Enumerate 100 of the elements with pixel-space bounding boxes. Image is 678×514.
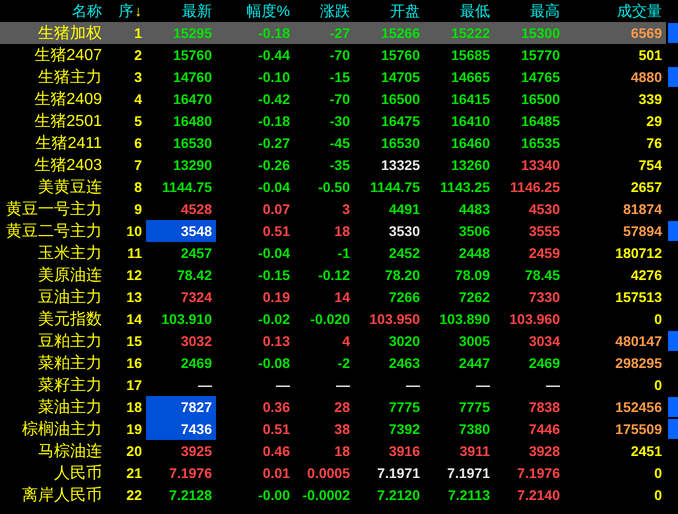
quote-value: -0.18 [258,113,290,129]
quote-row[interactable]: 生猪2407 2 15760 -0.44 -70 15760 15685 15770 501 [0,44,678,66]
quote-value: -0.44 [258,47,290,63]
quote-row[interactable]: 生猪2411 6 16530 -0.27 -45 16530 16460 16535 76 [0,132,678,154]
quote-row[interactable]: 菜油主力 18 7827 0.36 28 7775 7775 7838 152456 [0,396,678,418]
quote-value: 14760 [173,69,212,85]
column-header[interactable]: 涨跌 [294,0,354,22]
quote-value: -35 [330,157,350,173]
quote-row[interactable]: 马棕油连 20 3925 0.46 18 3916 3911 3928 2451 [0,440,678,462]
quote-row[interactable]: 美元指数 14 103.910 -0.02 -0.020 103.950 103.890 103.960 0 [0,308,678,330]
quote-value: -0.0002 [302,487,350,503]
quote-row[interactable]: 棕榈油主力 19 7436 0.51 38 7392 7380 7446 175509 [0,418,678,440]
quote-row[interactable]: 菜粕主力 16 2469 -0.08 -2 2463 2447 2469 298295 [0,352,678,374]
quote-row[interactable]: 生猪2409 4 16470 -0.42 -70 16500 16415 16500 339 [0,88,678,110]
quote-value: 3928 [528,443,560,459]
quote-row[interactable]: 美黄豆连 8 1144.75 -0.04 -0.50 1144.75 1143.25 1146.25 2657 [0,176,678,198]
quote-value: 15760 [173,47,212,63]
quote-value: 3020 [388,333,420,349]
quote-value: 1143.25 [440,179,490,195]
row-number: 12 [125,266,143,285]
quote-value: 2452 [388,245,420,261]
quote-row[interactable]: 生猪2501 5 16480 -0.18 -30 16475 16410 16485 29 [0,110,678,132]
volume-cell-text: 76 [645,134,663,153]
quote-value: 7.1976 [517,465,560,481]
column-header[interactable]: 成交量 [564,0,666,22]
quote-value: 103.950 [369,311,420,327]
quote-value: -0.08 [258,355,290,371]
column-header[interactable]: 最高 [494,0,564,22]
quote-row[interactable]: 菜籽主力 17 — — — — — — 0 [0,374,678,396]
quote-row[interactable]: 人民币 21 7.1976 0.01 0.0005 7.1971 7.1971 7.1976 0 [0,462,678,484]
volume-cell-text: 0 [653,464,663,483]
quote-value: 7330 [528,289,560,305]
quote-value: 3506 [458,223,490,239]
quote-value: 0.13 [262,333,290,349]
volume-cell-text: 501 [638,46,663,65]
quote-row[interactable]: 离岸人民币 22 7.2128 -0.00 -0.0002 7.2120 7.2113 7.2140 0 [0,484,678,506]
quote-value: 0.0005 [307,465,350,481]
quote-value: 78.20 [384,267,420,283]
quote-row[interactable]: 生猪2403 7 13290 -0.26 -35 13325 13260 13340 754 [0,154,678,176]
quote-value: 3032 [180,333,212,349]
instrument-name: 豆油主力 [37,288,103,308]
instrument-name: 豆粕主力 [37,332,103,352]
quote-value: 103.910 [161,311,212,327]
quote-value: -0.15 [258,267,290,283]
quote-value: -0.12 [318,267,350,283]
quote-value: 16500 [521,91,560,107]
quote-value: 16535 [521,135,560,151]
column-header[interactable]: 幅度% [216,0,294,22]
instrument-name: 菜油主力 [37,398,103,418]
quote-value: — [198,377,212,393]
quote-row[interactable]: 生猪主力 3 14760 -0.10 -15 14705 14665 14765 4880 [0,66,678,88]
quote-value: 2463 [388,355,420,371]
column-header[interactable]: 最新 [146,0,216,22]
row-number: 6 [133,134,143,153]
column-header[interactable]: 最低 [424,0,494,22]
row-number: 15 [125,332,143,351]
quote-value: 16500 [381,91,420,107]
instrument-name: 生猪主力 [37,68,103,88]
quote-value: 14665 [451,69,490,85]
quote-row[interactable]: 豆粕主力 15 3032 0.13 4 3020 3005 3034 480147 [0,330,678,352]
quote-value: 3034 [528,333,560,349]
instrument-name: 美元指数 [37,310,103,330]
column-header[interactable]: 序↓ [106,0,146,22]
quote-value: -0.10 [258,69,290,85]
volume-cell-text: 754 [638,156,663,175]
quote-value: 15266 [381,25,420,41]
instrument-name: 生猪2403 [33,156,103,176]
quote-value: 4528 [180,201,212,217]
row-number: 18 [125,398,143,417]
instrument-name: 美黄豆连 [37,178,103,198]
quote-value: 1146.25 [510,179,560,195]
quote-value: 0.51 [262,223,290,239]
quote-value: 7.2140 [517,487,560,503]
quote-value: 15770 [521,47,560,63]
row-number: 22 [125,486,143,505]
instrument-name: 美原油连 [37,266,103,286]
volume-cell-text: 175509 [614,420,663,439]
quote-row[interactable]: 玉米主力 11 2457 -0.04 -1 2452 2448 2459 180712 [0,242,678,264]
volume-cell-text: 29 [645,112,663,131]
instrument-name: 黄豆一号主力 [5,200,103,220]
column-header[interactable]: 名称 [0,0,106,22]
quote-row[interactable]: 豆油主力 13 7324 0.19 14 7266 7262 7330 157513 [0,286,678,308]
row-number: 16 [125,354,143,373]
quote-value: 4491 [388,201,420,217]
column-header[interactable]: 开盘 [354,0,424,22]
quote-row[interactable]: 美原油连 12 78.42 -0.15 -0.12 78.20 78.09 78.45 4276 [0,264,678,286]
quote-value: 3530 [388,223,420,239]
quote-value: 15685 [451,47,490,63]
quote-value: -15 [330,69,350,85]
quote-value: 3 [342,201,350,217]
quote-row[interactable]: 黄豆一号主力 9 4528 0.07 3 4491 4483 4530 81874 [0,198,678,220]
volume-cell-text: 298295 [614,354,663,373]
instrument-name: 生猪2409 [33,90,103,110]
quote-row[interactable]: 黄豆二号主力 10 3548 0.51 18 3530 3506 3555 57894 [0,220,678,242]
quote-row[interactable]: 生猪加权 1 15295 -0.18 -27 15266 15222 15300 6569 [0,22,678,44]
instrument-name: 黄豆二号主力 [5,222,103,242]
sort-arrow: ↓ [134,2,142,20]
quote-value: 7.2113 [448,487,490,503]
quote-value: 0.07 [262,201,290,217]
row-number: 14 [125,310,143,329]
